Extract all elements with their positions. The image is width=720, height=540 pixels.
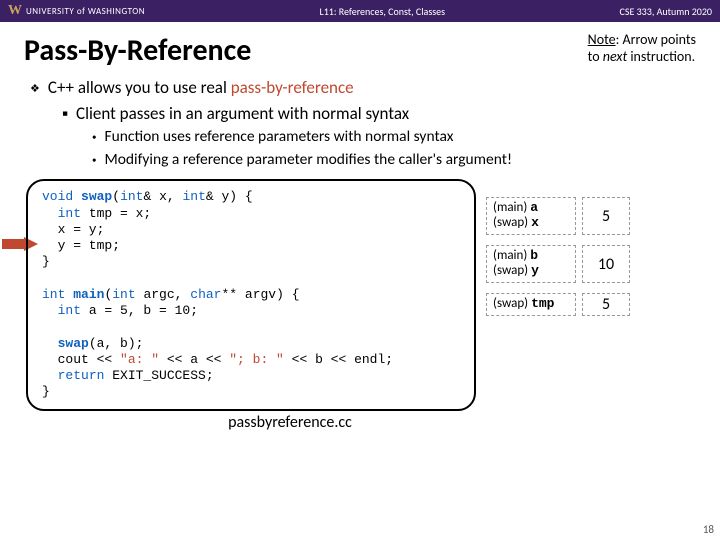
content: ❖C++ allows you to use real pass-by-refe…	[0, 73, 720, 170]
slide-title: Pass-By-Reference	[24, 32, 251, 69]
bullet-1: ❖C++ allows you to use real pass-by-refe…	[30, 77, 702, 99]
code-area: void swap(int& x, int& y) { int tmp = x;…	[0, 173, 720, 410]
code-box: void swap(int& x, int& y) { int tmp = x;…	[26, 179, 476, 410]
note-italic: next	[603, 48, 627, 65]
var-value-tmp: 5	[582, 293, 630, 316]
uw-logo: W UNIVERSITY of WASHINGTON	[8, 3, 145, 19]
var-row-tmp: (swap) tmp 5	[486, 293, 630, 316]
lecture-title: L11: References, Const, Classes	[145, 5, 620, 18]
bullet-2: ▪Client passes in an argument with norma…	[62, 103, 702, 125]
header-bar: W UNIVERSITY of WASHINGTON L11: Referenc…	[0, 0, 720, 22]
var-row-b: (main) b (swap) y 10	[486, 245, 630, 283]
var-table: (main) a (swap) x 5 (main) b (swap) y 10…	[486, 197, 630, 316]
var-label-tmp: (swap) tmp	[486, 293, 576, 316]
var-value-b: 10	[582, 245, 630, 283]
file-caption: passbyreference.cc	[0, 413, 720, 432]
var-label-b: (main) b (swap) y	[486, 245, 576, 283]
title-row: Pass-By-Reference Note: Arrow points to …	[0, 22, 720, 73]
uw-name: UNIVERSITY of WASHINGTON	[26, 6, 145, 17]
note-underline: Note	[588, 31, 616, 48]
course-term: CSE 333, Autumn 2020	[620, 5, 712, 18]
bullet-3: •Function uses reference parameters with…	[92, 127, 702, 147]
page-number: 18	[703, 523, 714, 536]
note-box: Note: Arrow points to next instruction.	[588, 32, 696, 66]
var-row-a: (main) a (swap) x 5	[486, 197, 630, 235]
var-value-a: 5	[582, 197, 630, 235]
bullet-4: •Modifying a reference parameter modifie…	[92, 150, 702, 170]
uw-w-icon: W	[8, 3, 22, 19]
highlight-text: pass-by-reference	[231, 77, 354, 98]
var-label-a: (main) a (swap) x	[486, 197, 576, 235]
